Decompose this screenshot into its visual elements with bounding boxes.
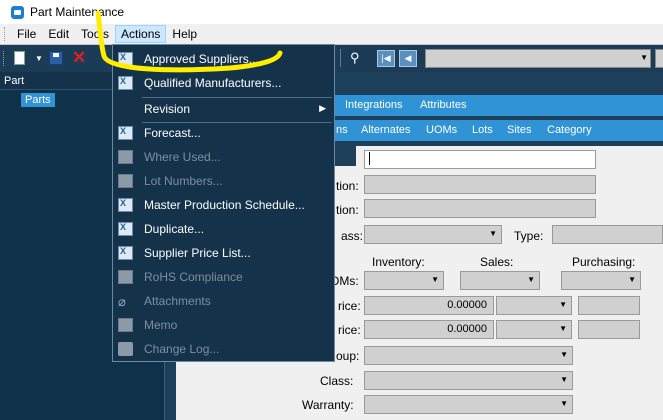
highlight-annotation <box>95 10 283 73</box>
annotation-stroke <box>95 10 283 73</box>
